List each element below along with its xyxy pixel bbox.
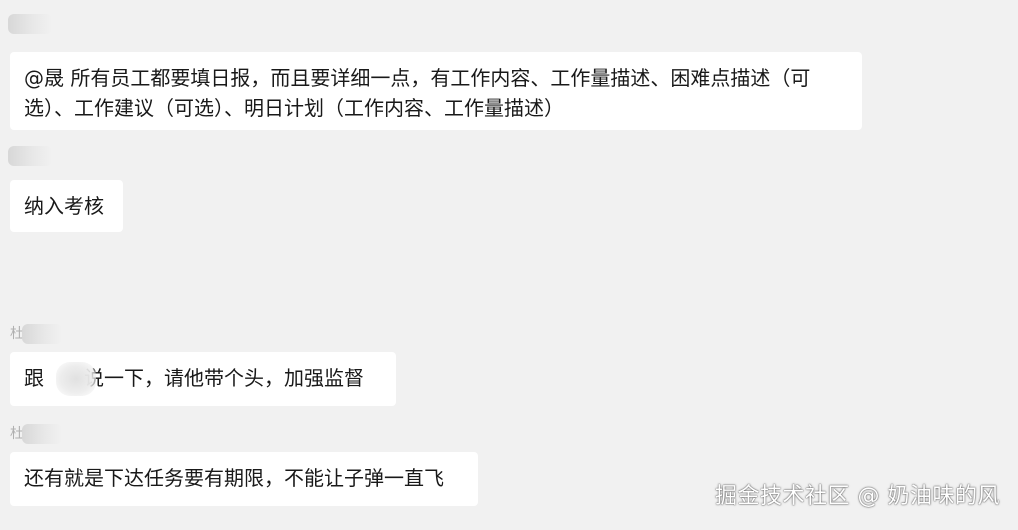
message-bubble-4[interactable]: 还有就是下达任务要有期限，不能让子弹一直飞 bbox=[10, 452, 478, 506]
sender-name-4: 杜 bbox=[8, 424, 62, 444]
message-text: 纳入考核 bbox=[24, 194, 104, 218]
blurred-name bbox=[8, 14, 52, 34]
message-bubble-3[interactable]: 跟 说一下，请他带个头，加强监督 bbox=[10, 352, 396, 406]
message-text-line: 选）、工作建议（可选）、明日计划（工作内容、工作量描述） bbox=[24, 96, 564, 120]
blurred-name bbox=[8, 146, 52, 166]
sender-name-1 bbox=[8, 14, 54, 34]
sender-name-2 bbox=[8, 146, 54, 166]
blurred-name bbox=[22, 424, 62, 444]
message-bubble-1[interactable]: @晟 所有员工都要填日报，而且要详细一点，有工作内容、工作量描述、困难点描述（可… bbox=[10, 52, 862, 130]
sender-name-3: 杜 bbox=[8, 324, 62, 344]
message-text: 还有就是下达任务要有期限，不能让子弹一直飞 bbox=[24, 466, 444, 490]
watermark: 掘金技术社区 @ 奶油味的风 bbox=[715, 484, 1000, 509]
blurred-name bbox=[22, 324, 62, 344]
message-text-line: @晟 所有员工都要填日报，而且要详细一点，有工作内容、工作量描述、困难点描述（可 bbox=[24, 66, 811, 90]
message-bubble-2[interactable]: 纳入考核 bbox=[10, 180, 123, 232]
blurred-name bbox=[56, 362, 96, 396]
